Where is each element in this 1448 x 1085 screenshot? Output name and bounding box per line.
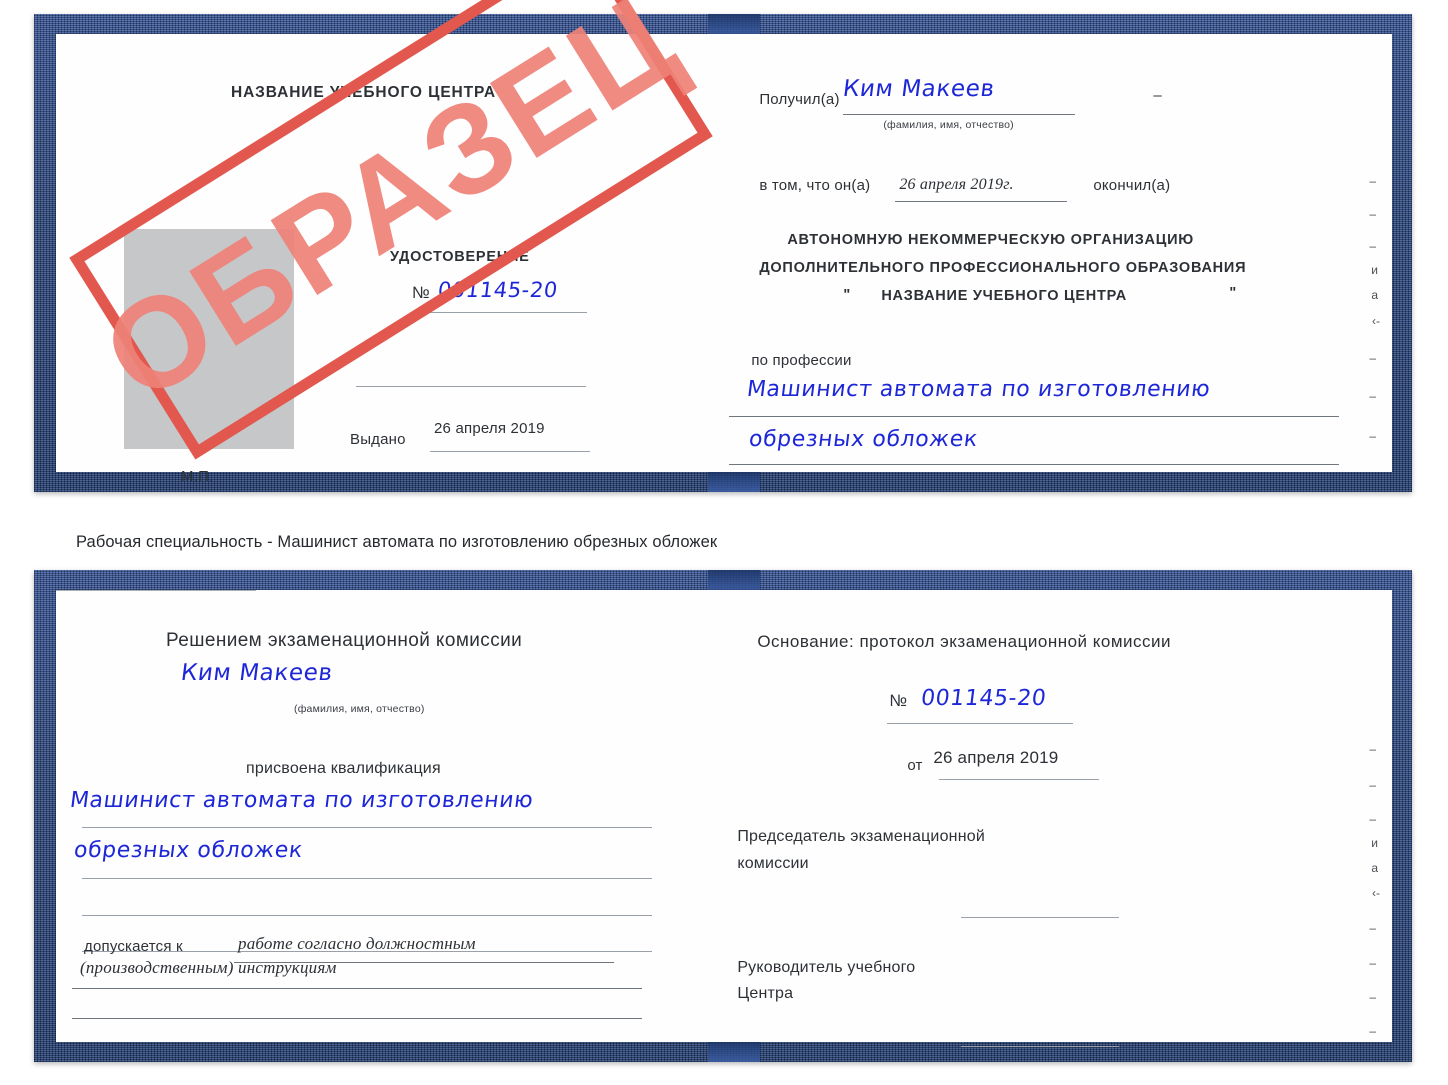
qualification-rule-1 [82, 827, 652, 829]
edge-fragment-3: и [1371, 263, 1378, 277]
qualification-rule-2 [82, 878, 652, 880]
spine-notch-top [708, 14, 760, 36]
org-line-2: ДОПОЛНИТЕЛЬНОГО ПРОФЕССИОНАЛЬНОГО ОБРАЗО… [759, 260, 1247, 276]
protocol-date-rule [939, 779, 1100, 781]
edge-fragment-7: – [1369, 389, 1376, 403]
edge-fragment-2: – [1369, 239, 1376, 253]
protocol-number-value: 001145-20 [919, 686, 1049, 711]
admitted-label: допускается к [84, 938, 183, 955]
qualification-line-1: Машинист автомата по изготовлению [68, 788, 535, 813]
admitted-value-line-1: работе согласно должностным [238, 934, 476, 953]
edge-fragment-b5: ‹- [1372, 886, 1380, 900]
received-value: Ким Макеев [841, 76, 997, 102]
edge-fragment-b6: – [1369, 921, 1376, 935]
edge-fragment-4: а [1371, 288, 1378, 302]
edge-fragment-b4: а [1371, 861, 1378, 875]
protocol-date-value: 26 апреля 2019 [933, 748, 1059, 767]
spine-notch-bottom [708, 470, 760, 492]
director-line-1: Руководитель учебного [737, 959, 916, 976]
issue-date-label: Выдано [350, 431, 406, 448]
edge-fragment-b2: – [1369, 812, 1376, 826]
director-signature-rule [961, 1046, 1120, 1048]
certificate-number-value: 001145-20 [436, 278, 560, 302]
profession-rule-2 [729, 464, 1340, 466]
issue-date-value: 26 апреля 2019 [434, 420, 545, 437]
received-rule [843, 114, 1076, 116]
director-line-2: Центра [737, 985, 794, 1002]
seal-place-label: М.П. [181, 468, 214, 485]
edge-fragment-b0: – [1369, 742, 1376, 756]
completion-date-value: 26 апреля 2019г. [899, 176, 1014, 193]
in-that-label: в том, что он(а) [759, 177, 871, 194]
edge-fragment-6: – [1369, 351, 1376, 365]
finished-label: окончил(а) [1093, 177, 1171, 194]
profession-line-1: Машинист автомата по изготовлению [745, 377, 1213, 402]
certificate-bottom-cover: Решением экзаменационной комиссии Ким Ма… [34, 570, 1412, 1062]
protocol-date-label: от [907, 757, 923, 774]
received-dash: – [1153, 87, 1162, 104]
certificate-top-cover: НАЗВАНИЕ УЧЕБНОГО ЦЕНТРА УДОСТОВЕРЕНИЕ №… [34, 14, 1412, 492]
page-caption: Рабочая специальность - Машинист автомат… [76, 533, 718, 551]
chairman-signature-rule [961, 917, 1120, 919]
issue-date-rule [430, 451, 590, 453]
certificate-bottom-right-page: Основание: протокол экзаменационной коми… [721, 590, 1392, 1048]
completion-date-rule [895, 201, 1068, 203]
received-label: Получил(а) [759, 91, 840, 108]
edge-fragment-1: – [1369, 207, 1376, 221]
protocol-number-label: № [889, 692, 908, 710]
edge-fragment-b9: – [1369, 1024, 1376, 1038]
admitted-rule-3 [72, 1018, 642, 1020]
qualification-rule-3 [82, 915, 652, 917]
org-line-1: АВТОНОМНУЮ НЕКОММЕРЧЕСКУЮ ОРГАНИЗАЦИЮ [787, 232, 1194, 248]
certificate-bottom-pages: Решением экзаменационной комиссии Ким Ма… [56, 590, 1392, 1048]
fio-hint-bottom: (фамилия, имя, отчество) [294, 703, 425, 715]
fio-hint-top: (фамилия, имя, отчество) [883, 119, 1014, 131]
edge-fragment-b3: и [1371, 836, 1378, 850]
certificate-top-pages: НАЗВАНИЕ УЧЕБНОГО ЦЕНТРА УДОСТОВЕРЕНИЕ №… [56, 34, 1392, 485]
org-quote-open: " [843, 287, 851, 303]
org-line-3: НАЗВАНИЕ УЧЕБНОГО ЦЕНТРА [881, 288, 1128, 304]
edge-fragment-5: ‹- [1372, 314, 1380, 328]
qualification-line-2: обрезных обложек [72, 838, 305, 863]
decision-name-rule [56, 590, 256, 591]
edge-fragment-b8: – [1369, 990, 1376, 1004]
certificate-number-label: № [412, 284, 430, 302]
profession-rule-1 [729, 416, 1340, 418]
edge-fragment-8: – [1369, 429, 1376, 443]
qualification-label: присвоена квалификация [246, 760, 441, 777]
org-title-top-left: НАЗВАНИЕ УЧЕБНОГО ЦЕНТРА [231, 84, 496, 101]
edge-fragment-b1: – [1369, 778, 1376, 792]
certificate-top-right-page: Получил(а) Ким Макеев (фамилия, имя, отч… [721, 34, 1392, 472]
admitted-rule-2 [72, 988, 642, 990]
profession-label: по профессии [751, 352, 852, 369]
org-quote-close: " [1229, 285, 1237, 301]
photo-placeholder [124, 229, 294, 449]
chairman-line-1: Председатель экзаменационной [737, 828, 985, 845]
admitted-value-line-2: (производственным) инструкциям [80, 958, 337, 977]
protocol-number-rule [887, 723, 1074, 725]
certificate-bottom-left-page: Решением экзаменационной комиссии Ким Ма… [56, 590, 722, 1042]
spine-notch-top-2 [708, 570, 760, 592]
basis-label: Основание: протокол экзаменационной коми… [757, 632, 1172, 651]
blank-rule-1 [356, 386, 586, 388]
profession-line-2: обрезных обложек [747, 427, 980, 452]
edge-fragment-0: – [1369, 174, 1376, 188]
chairman-line-2: комиссии [737, 855, 809, 872]
decision-title: Решением экзаменационной комиссии [166, 630, 523, 651]
edge-fragment-b7: – [1369, 956, 1376, 970]
doc-type-label: УДОСТОВЕРЕНИЕ [390, 249, 530, 265]
certificate-top-left-page: НАЗВАНИЕ УЧЕБНОГО ЦЕНТРА УДОСТОВЕРЕНИЕ №… [56, 34, 722, 485]
decision-name-value: Ким Макеев [179, 660, 335, 686]
certificate-number-rule [411, 312, 587, 314]
spine-notch-bottom-2 [708, 1040, 760, 1062]
